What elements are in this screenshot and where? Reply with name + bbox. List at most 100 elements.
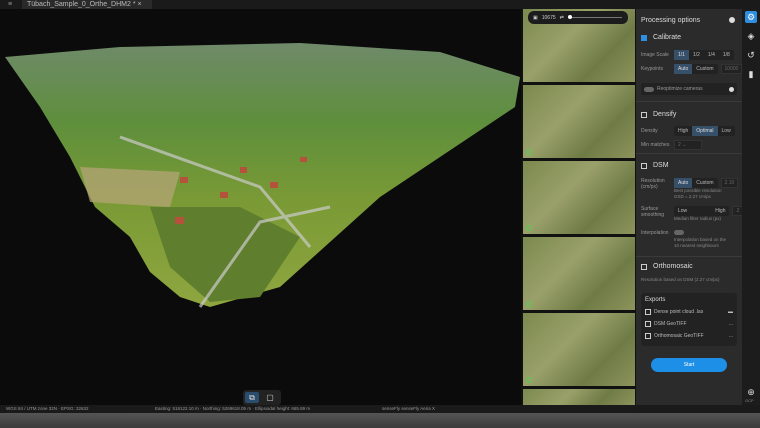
chart-icon[interactable]: ▮ xyxy=(745,68,757,80)
scale-1-8[interactable]: 1/8 xyxy=(719,50,734,60)
densify-checkbox[interactable] xyxy=(641,111,647,118)
image-scale-selector: 1/1 1/2 1/4 1/8 xyxy=(674,50,734,60)
layers-icon[interactable]: ◈ xyxy=(745,30,757,42)
min-matches-label: Min matches xyxy=(641,142,670,148)
check-icon xyxy=(526,377,532,383)
smoothing-low: Low xyxy=(678,208,688,214)
min-matches-value: 2 xyxy=(678,142,681,148)
resolution-selector: Auto Custom xyxy=(674,178,718,188)
desktop-background xyxy=(0,413,760,428)
image-scale-label: Image Scale xyxy=(641,52,669,58)
photo-thumbnail[interactable] xyxy=(523,237,635,310)
resolution-auto[interactable]: Auto xyxy=(674,178,693,188)
export-label: Orthomosaic GeoTIFF xyxy=(654,333,704,339)
keypoints-custom[interactable]: Custom xyxy=(692,64,717,74)
densify-section: Densify Density High Optimal Low Min match… xyxy=(636,101,742,153)
point-cloud-view-button[interactable]: ⧉ xyxy=(245,392,259,403)
calibrate-label: Calibrate xyxy=(653,34,682,41)
gear-icon[interactable]: ⚙ xyxy=(745,11,757,23)
status-bar: WGS 84 / UTM zone 32N · EPSG: 32632 East… xyxy=(0,405,760,413)
plane-view-button[interactable]: ▢ xyxy=(263,392,277,403)
image-icon: ▣ xyxy=(533,14,538,21)
exports-section: Exports Dense point cloud .las ▬ DSM GeoT… xyxy=(641,293,737,346)
camera-readout: senseFly senseFly Aeria X xyxy=(382,406,436,411)
reoptimize-toggle[interactable] xyxy=(644,86,654,92)
title-bar: ≡ Tübach_Sample_0_Orthe_DHM2 * × xyxy=(0,0,760,9)
menu-icon[interactable]: ≡ xyxy=(8,0,12,9)
resolution-hint: Best possible resolution GSD = 2.27 cm/p… xyxy=(674,188,722,199)
orthomosaic-section: Orthomosaic Resolution based on DSM (2.2… xyxy=(636,256,742,288)
scale-1-4[interactable]: 1/4 xyxy=(704,50,719,60)
history-icon[interactable]: ↺ xyxy=(745,49,757,61)
smoothing-hint: Median filter radius (px) xyxy=(674,216,722,221)
photo-thumbnail[interactable] xyxy=(523,389,635,405)
info-icon[interactable] xyxy=(729,17,735,23)
density-label: Density xyxy=(641,128,658,134)
tab-title: Tübach_Sample_0_Orthe_DHM2 * xyxy=(27,1,136,8)
image-count-select[interactable]: 10675 xyxy=(542,15,556,21)
export-checkbox[interactable] xyxy=(645,333,651,339)
smoothing-slider[interactable]: Low High xyxy=(674,206,730,216)
density-low[interactable]: Low xyxy=(718,126,735,136)
export-checkbox[interactable] xyxy=(645,309,651,315)
dsm-label: DSM xyxy=(653,162,669,169)
interpolation-toggle[interactable] xyxy=(674,230,684,235)
export-item[interactable]: DSM GeoTIFF... xyxy=(645,321,733,327)
orthomosaic-hint: Resolution based on DSM (2.27 cm/px) xyxy=(641,277,720,282)
panel-title: Processing options xyxy=(641,17,701,24)
scale-1-2[interactable]: 1/2 xyxy=(689,50,704,60)
orthomosaic-checkbox[interactable] xyxy=(641,263,647,270)
orthomosaic-label: Orthomosaic xyxy=(653,263,693,270)
gcp-label: GCP xyxy=(745,398,754,403)
right-icon-bar: ⚙ ◈ ↺ ▮ ⊕ GCP xyxy=(742,9,760,405)
swap-icon[interactable]: ⇄ xyxy=(560,15,564,21)
photo-thumbnail[interactable] xyxy=(523,85,635,158)
thumbnail-size-slider[interactable] xyxy=(567,15,622,19)
photo-thumbnail[interactable] xyxy=(523,161,635,234)
keypoints-label: Keypoints xyxy=(641,66,663,72)
min-matches-select[interactable]: 2 ⌄ xyxy=(674,140,702,150)
start-button[interactable]: Start xyxy=(651,358,727,372)
point-cloud xyxy=(5,43,520,308)
interpolation-label: Interpolation xyxy=(641,230,669,236)
density-selector: High Optimal Low xyxy=(674,126,735,136)
coordinate-readout: Easting: 518122.10 m · Northing: 5269618… xyxy=(155,406,311,411)
view-toolbar: ⧉ ▢ xyxy=(243,390,281,405)
keypoints-selector: Auto Custom xyxy=(674,64,718,74)
folder-icon[interactable]: ▬ xyxy=(728,309,733,315)
3d-viewport[interactable]: ⧉ ▢ xyxy=(0,9,521,405)
density-high[interactable]: High xyxy=(674,126,692,136)
check-icon xyxy=(526,301,532,307)
smoothing-high: High xyxy=(715,208,726,214)
more-icon[interactable]: ... xyxy=(729,333,733,339)
export-item[interactable]: Dense point cloud .las ▬ xyxy=(645,309,733,315)
interpolation-hint: Interpolation based on the 10 nearest ne… xyxy=(674,237,727,248)
project-tab[interactable]: Tübach_Sample_0_Orthe_DHM2 * × xyxy=(22,0,152,9)
info-icon[interactable] xyxy=(729,86,734,92)
export-checkbox[interactable] xyxy=(645,321,651,327)
density-optimal[interactable]: Optimal xyxy=(692,126,718,136)
keypoints-input[interactable]: 10000 xyxy=(720,64,743,74)
crs-readout[interactable]: WGS 84 / UTM zone 32N · EPSG: 32632 xyxy=(6,405,89,413)
dsm-section: DSM Resolution (cm/px) Auto Custom 2.10 Be… xyxy=(636,153,744,256)
resolution-custom[interactable]: Custom xyxy=(692,178,717,188)
check-icon xyxy=(526,149,532,155)
dsm-checkbox[interactable] xyxy=(641,162,647,169)
strip-toolbar: ▣ 10675 ⇄ xyxy=(528,11,628,24)
densify-label: Densify xyxy=(653,111,677,118)
smoothing-label: Surface smoothing xyxy=(641,206,665,218)
more-icon[interactable]: ... xyxy=(729,321,733,327)
scale-1-1[interactable]: 1/1 xyxy=(674,50,689,60)
check-icon xyxy=(526,225,532,231)
image-strip[interactable] xyxy=(521,9,636,405)
export-label: DSM GeoTIFF xyxy=(654,321,687,327)
photo-thumbnail[interactable] xyxy=(523,313,635,386)
keypoints-auto[interactable]: Auto xyxy=(674,64,693,74)
close-tab-icon[interactable]: × xyxy=(138,1,142,8)
calibrate-checkbox[interactable] xyxy=(641,34,647,41)
resolution-input[interactable]: 2.10 xyxy=(720,178,739,188)
gcp-icon[interactable]: ⊕ xyxy=(745,386,757,398)
reoptimize-label: Reoptimize cameras xyxy=(657,86,703,92)
export-label: Dense point cloud .las xyxy=(654,309,704,315)
export-item[interactable]: Orthomosaic GeoTIFF... xyxy=(645,333,733,339)
